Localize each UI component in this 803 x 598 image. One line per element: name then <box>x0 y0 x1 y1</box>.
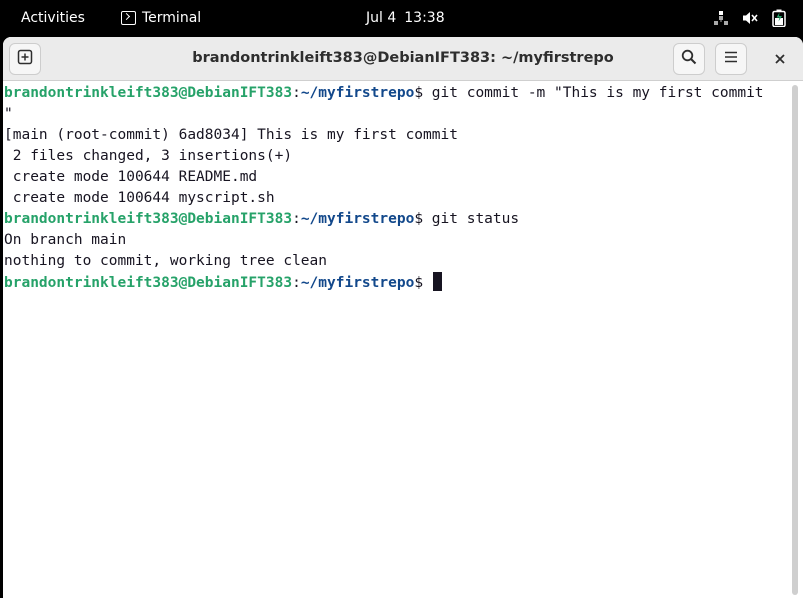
terminal-window: brandontrinkleift383@DebianIFT383: ~/myf… <box>3 37 803 598</box>
battery-icon[interactable] <box>770 9 788 27</box>
network-icon[interactable] <box>712 9 730 27</box>
prompt-suffix: $ <box>414 211 424 227</box>
terminal-line: nothing to commit, working tree clean <box>4 253 328 269</box>
terminal-line: 2 files changed, 3 insertions(+) <box>4 148 293 164</box>
header-bar: brandontrinkleift383@DebianIFT383: ~/myf… <box>3 37 803 81</box>
text-cursor <box>432 272 442 291</box>
app-menu-label: Terminal <box>142 10 202 26</box>
terminal-line: brandontrinkleift383@DebianIFT383:~/myfi… <box>4 272 788 293</box>
app-menu[interactable]: Terminal <box>121 10 201 26</box>
scrollbar[interactable] <box>792 85 798 595</box>
volume-muted-icon[interactable] <box>741 9 759 27</box>
prompt-path: ~/myfirstrepo <box>300 211 415 227</box>
close-button[interactable] <box>764 43 796 75</box>
terminal-line: create mode 100644 README.md <box>4 169 258 185</box>
prompt-user: brandontrinkleift383@DebianIFT383 <box>4 275 293 291</box>
terminal-output[interactable]: brandontrinkleift383@DebianIFT383:~/myfi… <box>4 82 788 598</box>
clock[interactable]: Jul 4 13:38 <box>366 10 445 26</box>
prompt-user: brandontrinkleift383@DebianIFT383 <box>4 85 293 101</box>
terminal-line: " <box>4 106 13 122</box>
terminal-line: [main (root-commit) 6ad8034] This is my … <box>4 127 458 143</box>
prompt-suffix: $ <box>414 85 424 101</box>
terminal-icon <box>121 11 136 25</box>
terminal-line: On branch main <box>4 232 127 248</box>
command-text <box>423 275 432 291</box>
clock-date: Jul 4 <box>366 10 397 26</box>
new-tab-button[interactable] <box>9 43 41 75</box>
clock-time: 13:38 <box>404 10 445 26</box>
prompt-path: ~/myfirstrepo <box>300 85 415 101</box>
command-text: git commit -m "This is my first commit <box>423 85 764 101</box>
terminal-line: brandontrinkleift383@DebianIFT383:~/myfi… <box>4 211 520 227</box>
prompt-user: brandontrinkleift383@DebianIFT383 <box>4 211 293 227</box>
prompt-path: ~/myfirstrepo <box>300 275 415 291</box>
terminal-line: create mode 100644 myscript.sh <box>4 190 275 206</box>
terminal-line: brandontrinkleift383@DebianIFT383:~/myfi… <box>4 85 764 101</box>
search-button[interactable] <box>673 43 705 75</box>
command-text: git status <box>423 211 520 227</box>
top-bar: Activities Terminal Jul 4 13:38 <box>0 0 803 37</box>
close-icon <box>774 50 786 69</box>
new-tab-icon <box>17 49 33 69</box>
menu-button[interactable] <box>715 43 747 75</box>
search-icon <box>681 49 697 69</box>
hamburger-menu-icon <box>723 49 739 69</box>
activities-button[interactable]: Activities <box>21 10 85 26</box>
prompt-suffix: $ <box>414 275 424 291</box>
